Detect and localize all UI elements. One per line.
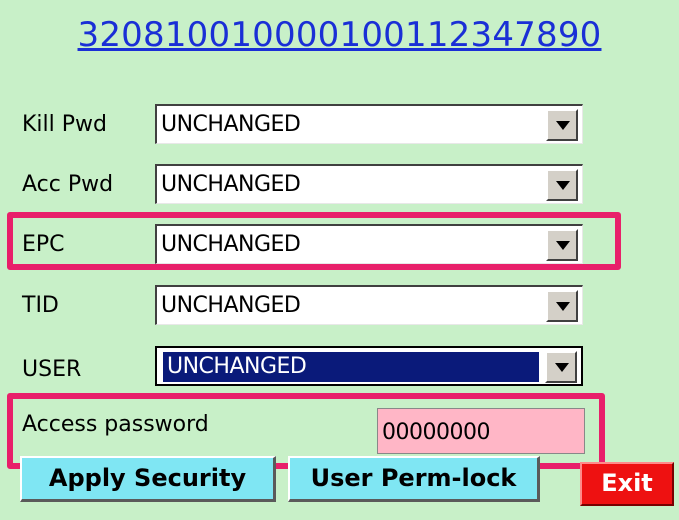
chevron-down-icon[interactable] xyxy=(546,229,578,261)
user-perm-lock-button[interactable]: User Perm-lock xyxy=(288,456,540,502)
epc-label: EPC xyxy=(22,232,65,257)
access-password-value: 00000000 xyxy=(382,420,490,445)
access-password-label: Access password xyxy=(22,412,209,437)
acc-pwd-label: Acc Pwd xyxy=(22,172,114,197)
chevron-down-icon[interactable] xyxy=(545,351,577,383)
access-password-input[interactable]: 00000000 xyxy=(377,408,585,454)
chevron-down-icon[interactable] xyxy=(546,109,578,141)
acc-pwd-value: UNCHANGED xyxy=(161,172,301,197)
user-select[interactable]: UNCHANGED xyxy=(155,346,583,386)
user-label: USER xyxy=(22,357,82,382)
exit-button[interactable]: Exit xyxy=(580,462,674,506)
kill-pwd-label: Kill Pwd xyxy=(22,112,107,137)
acc-pwd-select[interactable]: UNCHANGED xyxy=(155,164,583,204)
user-value: UNCHANGED xyxy=(163,352,539,382)
epc-header-link[interactable]: 320810010000100112347890 xyxy=(0,15,679,55)
epc-select[interactable]: UNCHANGED xyxy=(155,224,583,264)
chevron-down-icon[interactable] xyxy=(546,169,578,201)
apply-security-button[interactable]: Apply Security xyxy=(20,456,276,502)
kill-pwd-value: UNCHANGED xyxy=(161,112,301,137)
chevron-down-icon[interactable] xyxy=(546,290,578,322)
epc-value: UNCHANGED xyxy=(161,232,301,257)
tid-select[interactable]: UNCHANGED xyxy=(155,285,583,325)
kill-pwd-select[interactable]: UNCHANGED xyxy=(155,104,583,144)
tid-value: UNCHANGED xyxy=(161,293,301,318)
tid-label: TID xyxy=(22,293,59,318)
